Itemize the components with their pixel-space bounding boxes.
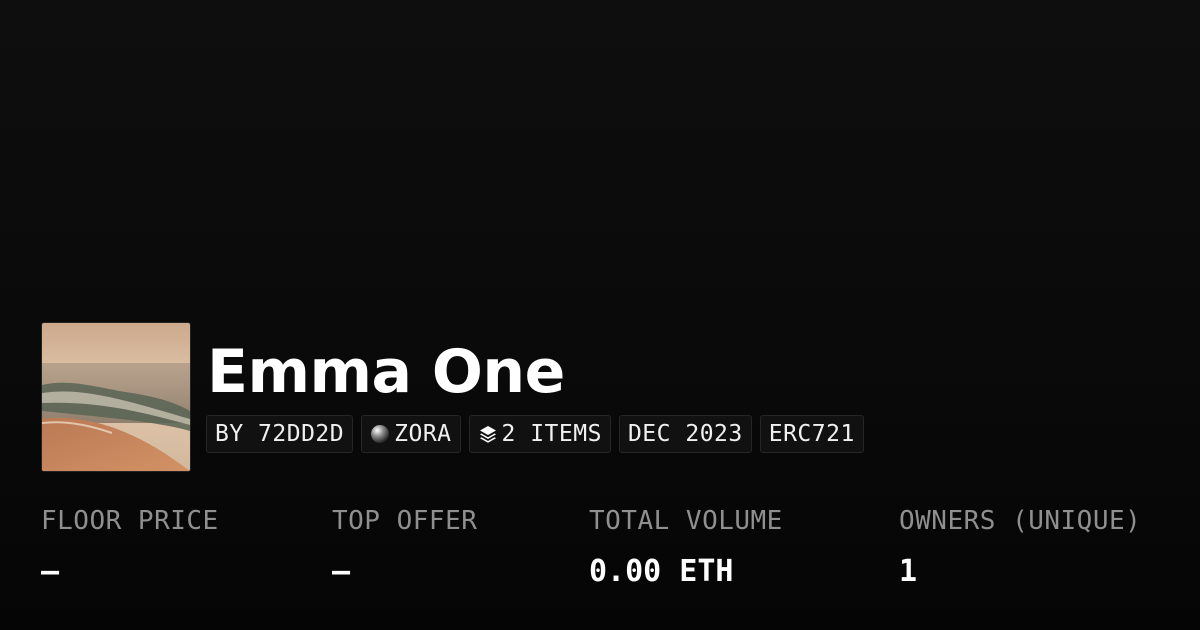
creator-label: BY 72DD2D [215,421,345,447]
stat-top-offer: TOP OFFER – [332,504,477,592]
stat-label: TOP OFFER [332,506,478,536]
creator-tag[interactable]: BY 72DD2D [206,415,354,453]
stat-label: OWNERS (UNIQUE) [899,506,1142,536]
stat-total-volume: TOTAL VOLUME 0.00 ETH [589,504,783,592]
stat-owners: OWNERS (UNIQUE) 1 [899,504,1141,592]
layers-icon [478,424,498,444]
stat-label: FLOOR PRICE [41,506,219,536]
standard-tag: ERC721 [759,415,864,453]
date-label: DEC 2023 [627,421,743,447]
stat-value: – [41,554,60,589]
stat-label: TOTAL VOLUME [589,506,783,536]
stat-value: 1 [899,554,918,589]
collection-thumbnail [41,322,191,472]
stat-value: – [332,554,351,589]
standard-label: ERC721 [768,421,855,447]
chain-label: ZORA [394,421,452,447]
collection-tags: BY 72DD2D ZORA 2 ITEMS DEC 2023 ERC721 [206,415,864,453]
items-label: 2 ITEMS [501,421,602,447]
ocean-landscape-image [42,323,190,471]
date-tag: DEC 2023 [618,415,752,453]
stat-floor-price: FLOOR PRICE – [41,504,219,592]
stat-value: 0.00 ETH [589,554,734,589]
chain-tag[interactable]: ZORA [361,415,461,453]
zora-orb-icon [370,424,390,444]
collection-title: Emma One [207,337,565,407]
items-tag[interactable]: 2 ITEMS [468,415,611,453]
